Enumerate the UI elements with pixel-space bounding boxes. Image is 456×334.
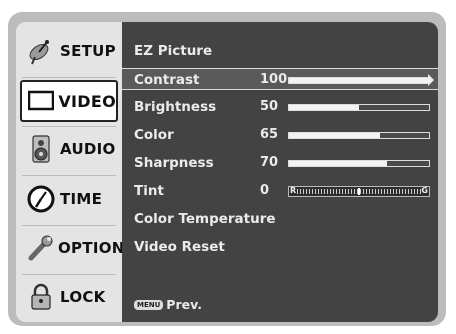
video-menu-osd: SETUP VIDEO AUDIO TIME OPTION LOCK EZ Pi…: [16, 22, 438, 322]
sharpness-slider[interactable]: [288, 160, 430, 167]
menu-item-contrast[interactable]: Contrast 100: [122, 68, 438, 90]
contrast-slider[interactable]: [288, 77, 430, 84]
menu-item-color-temperature[interactable]: Color Temperature: [122, 208, 438, 230]
brightness-slider-fill: [289, 105, 359, 110]
right-arrow-icon: [428, 74, 434, 86]
sidebar-item-video[interactable]: VIDEO: [20, 80, 118, 122]
speaker-icon: [26, 134, 56, 164]
monitor-icon: [28, 86, 55, 116]
footer-prev-label: Prev.: [166, 297, 202, 312]
sidebar-item-label: SETUP: [60, 42, 116, 60]
tint-slider[interactable]: R G: [288, 186, 430, 197]
menu-item-label: Sharpness: [134, 155, 214, 171]
menu-item-color[interactable]: Color 65: [122, 124, 438, 146]
sidebar-item-setup[interactable]: SETUP: [20, 30, 118, 72]
sidebar-divider: [22, 77, 116, 78]
color-slider-fill: [289, 133, 380, 138]
wrench-icon: [26, 233, 54, 263]
color-slider[interactable]: [288, 132, 430, 139]
menu-item-label: Contrast: [134, 72, 200, 88]
video-settings-panel: EZ Picture Contrast 100 Brightness 50 Co…: [122, 22, 438, 322]
color-value: 65: [260, 127, 279, 142]
tint-value: 0: [260, 183, 270, 198]
sidebar-item-lock[interactable]: LOCK: [20, 276, 118, 318]
sidebar-item-option[interactable]: OPTION: [20, 227, 124, 269]
menu-item-tint[interactable]: Tint 0 R G: [122, 180, 438, 202]
sidebar-divider: [22, 126, 116, 127]
sidebar-item-label: VIDEO: [58, 91, 116, 111]
sidebar-item-label: OPTION: [58, 239, 125, 257]
padlock-icon: [26, 282, 56, 312]
menu-item-label: Color: [134, 127, 174, 143]
tint-marker: [358, 188, 360, 195]
clock-icon: [26, 184, 56, 214]
menu-item-label: Video Reset: [134, 239, 225, 255]
brightness-value: 50: [260, 99, 279, 114]
sidebar-item-label: TIME: [60, 190, 103, 208]
menu-item-label: Brightness: [134, 99, 217, 115]
tint-red-label: R: [290, 186, 297, 195]
sidebar-divider: [22, 225, 116, 226]
sidebar-item-audio[interactable]: AUDIO: [20, 128, 118, 170]
sharpness-value: 70: [260, 155, 279, 170]
menu-item-ez-picture[interactable]: EZ Picture: [122, 40, 438, 62]
sidebar-divider: [22, 175, 116, 176]
menu-item-sharpness[interactable]: Sharpness 70: [122, 152, 438, 174]
sidebar-item-label: LOCK: [60, 288, 106, 306]
sidebar-divider: [22, 274, 116, 275]
menu-item-label: Color Temperature: [134, 211, 276, 227]
contrast-slider-fill: [289, 78, 429, 83]
sidebar-item-label: AUDIO: [60, 140, 116, 158]
menu-item-video-reset[interactable]: Video Reset: [122, 236, 438, 258]
menu-key-icon: MENU: [134, 299, 164, 310]
menu-item-label: EZ Picture: [134, 43, 213, 59]
sharpness-slider-fill: [289, 161, 387, 166]
menu-item-brightness[interactable]: Brightness 50: [122, 96, 438, 118]
satellite-dish-icon: [26, 36, 56, 66]
category-sidebar: SETUP VIDEO AUDIO TIME OPTION LOCK: [16, 22, 124, 322]
footer-hint: MENU Prev.: [134, 297, 202, 312]
menu-item-label: Tint: [134, 183, 164, 199]
contrast-value: 100: [260, 72, 288, 87]
tint-green-label: G: [421, 186, 428, 195]
brightness-slider[interactable]: [288, 104, 430, 111]
sidebar-item-time[interactable]: TIME: [20, 178, 118, 220]
